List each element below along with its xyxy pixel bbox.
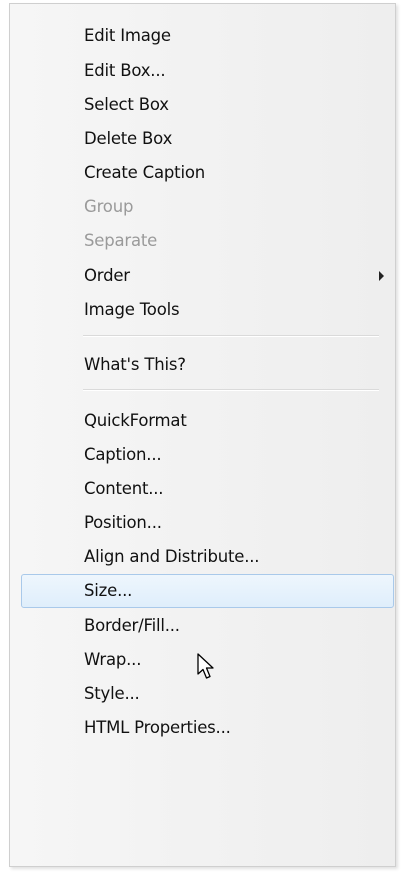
arrow-pointer-icon — [197, 653, 214, 679]
menu-item-edit-image[interactable]: Edit Image — [11, 19, 394, 53]
menu-item-label: Wrap... — [84, 650, 142, 670]
menu-item-label: Group — [84, 197, 134, 217]
menu-item-whats-this[interactable]: What's This? — [11, 348, 394, 382]
menu-item-image-tools[interactable]: Image Tools — [11, 293, 394, 327]
menu-item-create-caption[interactable]: Create Caption — [11, 156, 394, 190]
menu-item-label: Align and Distribute... — [84, 547, 260, 567]
menu-item-label: Separate — [84, 231, 158, 251]
menu-item-order[interactable]: Order — [11, 259, 394, 293]
menu-item-quickformat[interactable]: QuickFormat — [11, 404, 394, 438]
menu-item-edit-box[interactable]: Edit Box... — [11, 54, 394, 88]
menu-item-label: Order — [84, 266, 130, 286]
menu-separator — [83, 335, 379, 337]
menu-separator — [83, 389, 379, 391]
menu-item-separate: Separate — [11, 224, 394, 258]
context-menu: Edit Image Edit Box... Select Box Delete… — [9, 3, 396, 867]
menu-item-size[interactable]: Size... — [21, 574, 394, 608]
menu-item-label: Position... — [84, 513, 162, 533]
menu-item-content[interactable]: Content... — [11, 472, 394, 506]
menu-item-label: Create Caption — [84, 163, 205, 183]
menu-item-align-and-distribute[interactable]: Align and Distribute... — [11, 540, 394, 574]
menu-item-label: Caption... — [84, 445, 162, 465]
menu-item-label: Size... — [84, 581, 133, 601]
menu-item-label: Select Box — [84, 95, 169, 115]
menu-item-label: HTML Properties... — [84, 718, 231, 738]
submenu-arrow-icon — [379, 271, 384, 281]
menu-item-label: QuickFormat — [84, 411, 187, 431]
menu-item-label: What's This? — [84, 355, 186, 375]
menu-item-delete-box[interactable]: Delete Box — [11, 122, 394, 156]
menu-item-border-fill[interactable]: Border/Fill... — [11, 609, 394, 643]
menu-item-label: Edit Box... — [84, 61, 166, 81]
menu-item-group: Group — [11, 190, 394, 224]
menu-item-label: Edit Image — [84, 26, 171, 46]
menu-item-select-box[interactable]: Select Box — [11, 88, 394, 122]
menu-item-caption[interactable]: Caption... — [11, 438, 394, 472]
menu-item-label: Content... — [84, 479, 164, 499]
menu-item-style[interactable]: Style... — [11, 677, 394, 711]
menu-item-label: Border/Fill... — [84, 616, 180, 636]
menu-item-html-properties[interactable]: HTML Properties... — [11, 711, 394, 745]
menu-item-label: Delete Box — [84, 129, 173, 149]
menu-item-position[interactable]: Position... — [11, 506, 394, 540]
menu-item-label: Image Tools — [84, 300, 180, 320]
menu-item-label: Style... — [84, 684, 140, 704]
